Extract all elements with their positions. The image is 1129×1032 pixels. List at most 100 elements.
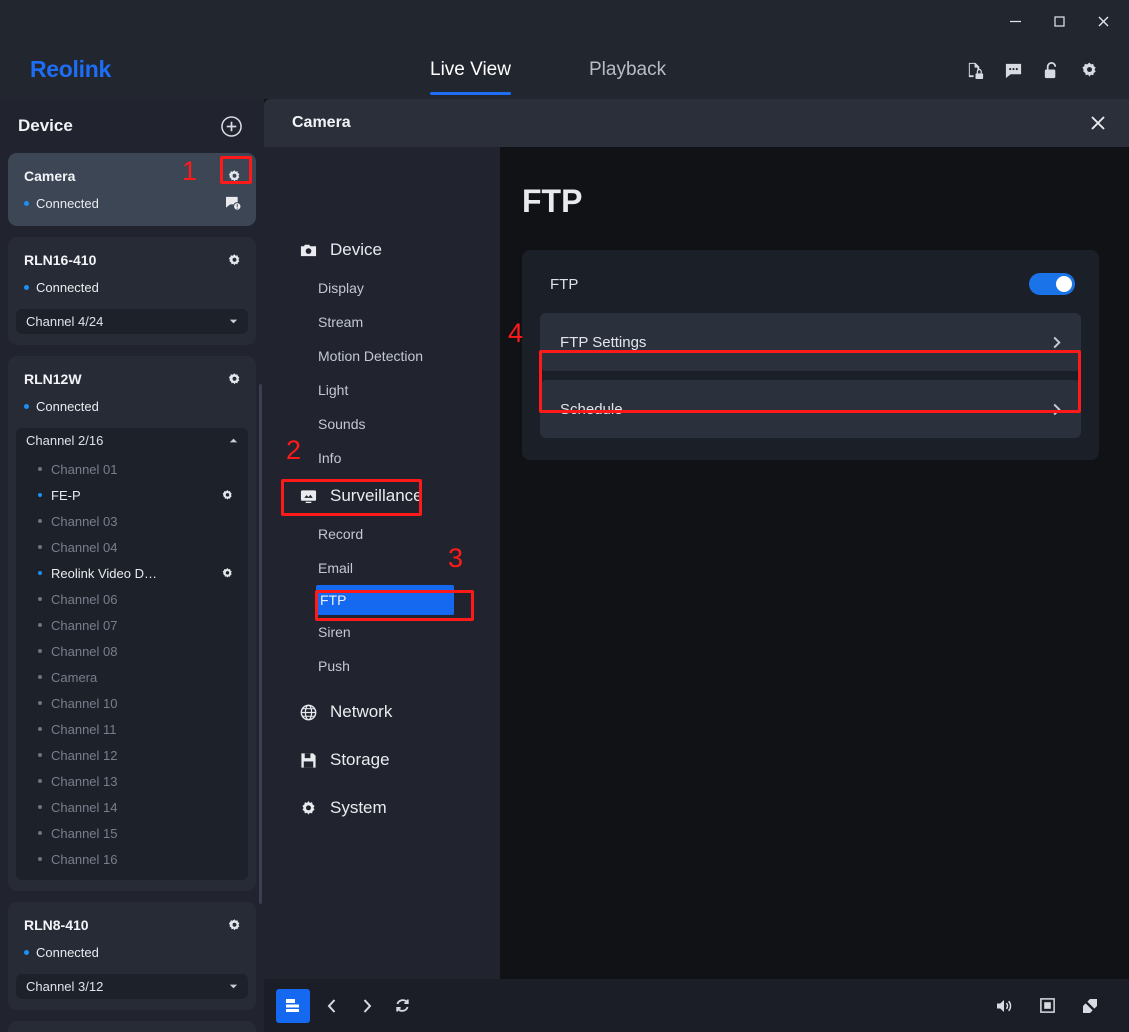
device-card-rln16-410[interactable]: RLN16-410 Connected Channel 4/24 — [8, 237, 256, 345]
unlock-icon[interactable] — [1042, 61, 1061, 80]
prev-button[interactable] — [319, 993, 345, 1019]
offline-dot-icon — [38, 649, 42, 653]
channel-item[interactable]: Channel 15 — [16, 820, 248, 846]
gear-icon[interactable] — [227, 918, 242, 933]
channel-item-label: Channel 06 — [51, 591, 118, 607]
channel-selector-label: Channel 2/16 — [26, 433, 104, 448]
device-card-camera-partial[interactable]: Camera — [8, 1021, 256, 1032]
channel-item-left: Channel 03 — [38, 514, 118, 529]
nav-item-info[interactable]: Info — [264, 441, 500, 475]
nav-item-motion-detection[interactable]: Motion Detection — [264, 339, 500, 373]
offline-dot-icon — [38, 831, 42, 835]
channel-selector-rln16[interactable]: Channel 4/24 — [16, 309, 248, 334]
nav-item-ftp[interactable]: FTP — [316, 585, 454, 615]
header-icons — [966, 42, 1099, 99]
nav-item-stream[interactable]: Stream — [264, 305, 500, 339]
sidebar-scrollbar[interactable] — [259, 384, 262, 904]
close-icon[interactable] — [1089, 114, 1107, 132]
minimize-button[interactable] — [993, 1, 1037, 41]
nav-item-record[interactable]: Record — [264, 517, 500, 551]
gear-icon[interactable] — [1080, 61, 1099, 80]
message-alert-icon[interactable] — [225, 196, 242, 211]
channel-item[interactable]: Channel 01 — [16, 456, 248, 482]
nav-item-push[interactable]: Push — [264, 649, 500, 683]
channel-item[interactable]: Channel 10 — [16, 690, 248, 716]
channel-item-label: Channel 03 — [51, 513, 118, 529]
gear-icon[interactable] — [227, 372, 242, 387]
device-name: RLN8-410 — [24, 917, 89, 933]
toggle-knob — [1056, 276, 1072, 292]
channel-item[interactable]: Channel 13 — [16, 768, 248, 794]
device-card-rln8-410[interactable]: RLN8-410 Connected Channel 3/12 — [8, 902, 256, 1010]
channel-item-label: FE-P — [51, 487, 81, 503]
device-row: Camera — [8, 165, 256, 187]
file-lock-icon[interactable] — [966, 61, 985, 80]
device-status-row: Connected — [8, 191, 256, 215]
settings-main-panel: FTP FTP FTP Settings Schedule — [500, 147, 1129, 979]
next-button[interactable] — [354, 993, 380, 1019]
channel-item-left: Channel 16 — [38, 852, 118, 867]
nav-item-siren[interactable]: Siren — [264, 615, 500, 649]
channel-item[interactable]: Channel 08 — [16, 638, 248, 664]
channel-item[interactable]: Channel 03 — [16, 508, 248, 534]
device-status-text: Connected — [36, 944, 99, 960]
channel-item[interactable]: FE-P — [16, 482, 248, 508]
gear-icon[interactable] — [227, 253, 242, 268]
refresh-button[interactable] — [389, 993, 415, 1019]
gear-icon[interactable] — [221, 567, 234, 580]
schedule-row[interactable]: Schedule — [540, 380, 1081, 438]
modal-title: Camera — [292, 114, 351, 131]
reolink-logo: Reolink — [30, 56, 111, 82]
chevron-right-icon — [1053, 336, 1061, 348]
window-title-bar — [0, 0, 1129, 42]
channel-item-label: Camera — [51, 669, 98, 685]
online-dot-icon — [24, 949, 29, 955]
nav-group-label: Surveillance — [330, 486, 423, 505]
nav-group-network[interactable]: Network — [264, 691, 500, 733]
device-card-rln12w[interactable]: RLN12W Connected Channel 2/16 Channel 01… — [8, 356, 256, 891]
tab-live-view[interactable]: Live View — [430, 59, 511, 95]
channel-item[interactable]: Channel 12 — [16, 742, 248, 768]
channel-item[interactable]: Camera — [16, 664, 248, 690]
channel-item[interactable]: Reolink Video D… — [16, 560, 248, 586]
volume-button[interactable] — [991, 993, 1017, 1019]
offline-dot-icon — [38, 779, 42, 783]
channel-item[interactable]: Channel 14 — [16, 794, 248, 820]
add-device-button[interactable] — [221, 115, 242, 137]
nav-item-sounds[interactable]: Sounds — [264, 407, 500, 441]
device-status-text: Connected — [36, 398, 99, 414]
bottom-toolbar-right — [991, 993, 1103, 1019]
ftp-card: FTP FTP Settings Schedule — [522, 250, 1099, 460]
ftp-settings-row[interactable]: FTP Settings — [540, 313, 1081, 371]
channel-item[interactable]: Channel 07 — [16, 612, 248, 638]
nav-group-system[interactable]: System — [264, 787, 500, 829]
tab-playback[interactable]: Playback — [589, 59, 666, 83]
nav-item-display[interactable]: Display — [264, 271, 500, 305]
offline-dot-icon — [38, 701, 42, 705]
message-icon[interactable] — [1004, 61, 1023, 80]
device-card-camera[interactable]: Camera Connected — [8, 153, 256, 226]
nav-item-light[interactable]: Light — [264, 373, 500, 407]
maximize-button[interactable] — [1037, 1, 1081, 41]
offline-dot-icon — [38, 753, 42, 757]
nav-group-surveillance[interactable]: Surveillance — [264, 475, 500, 517]
fullscreen-button[interactable] — [1077, 993, 1103, 1019]
nav-group-device[interactable]: Device — [264, 229, 500, 271]
ftp-toggle[interactable] — [1029, 273, 1075, 295]
channel-item-label: Channel 14 — [51, 799, 118, 815]
nav-item-email[interactable]: Email — [264, 551, 500, 585]
device-status: Connected — [24, 196, 99, 211]
channel-item[interactable]: Channel 04 — [16, 534, 248, 560]
snapshot-button[interactable] — [1034, 993, 1060, 1019]
channel-item[interactable]: Channel 16 — [16, 846, 248, 872]
close-button[interactable] — [1081, 1, 1125, 41]
offline-dot-icon — [38, 623, 42, 627]
channel-selector-rln8[interactable]: Channel 3/12 — [16, 974, 248, 999]
channel-item[interactable]: Channel 11 — [16, 716, 248, 742]
channel-selector-rln12w[interactable]: Channel 2/16 — [16, 428, 248, 453]
camera-device-gear-icon[interactable] — [227, 169, 242, 184]
nav-group-storage[interactable]: Storage — [264, 739, 500, 781]
layout-button[interactable] — [276, 988, 310, 1023]
channel-item[interactable]: Channel 06 — [16, 586, 248, 612]
gear-icon[interactable] — [221, 489, 234, 502]
